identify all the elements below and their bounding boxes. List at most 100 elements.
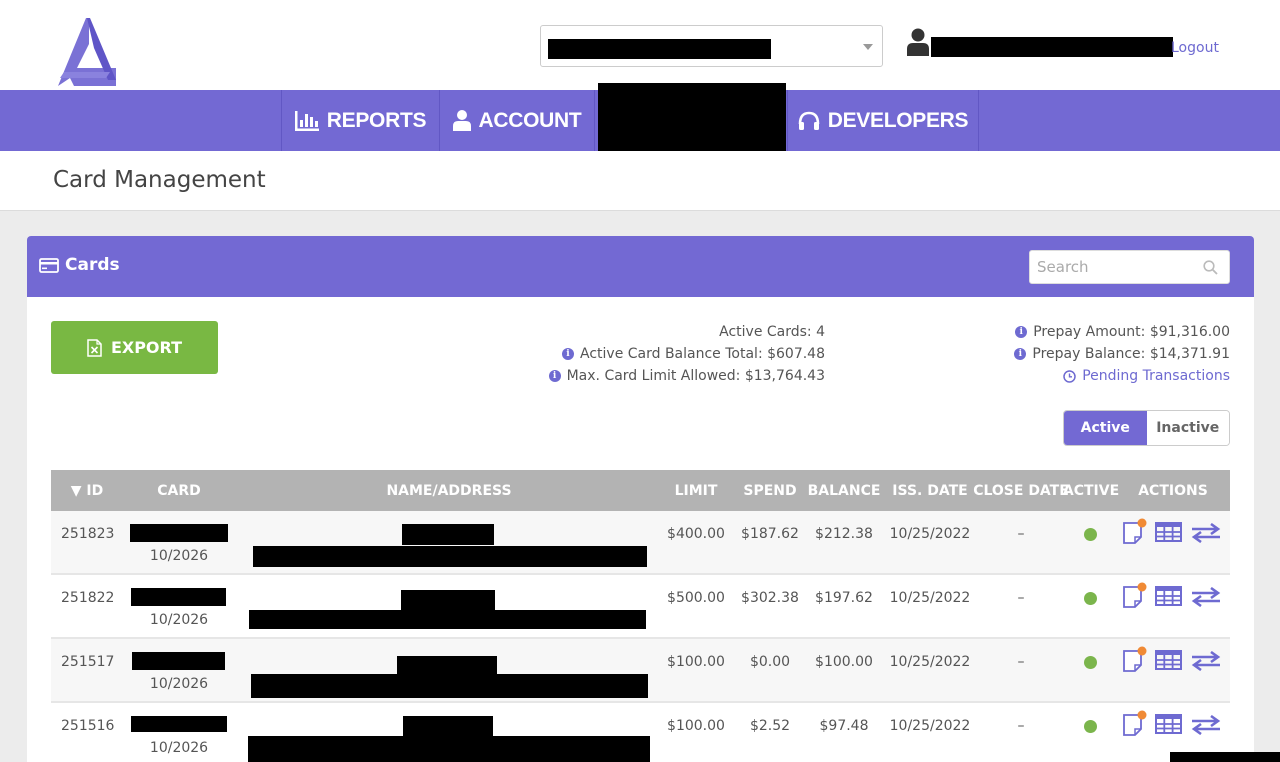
info-icon[interactable]: i bbox=[562, 348, 574, 360]
col-close-date[interactable]: CLOSE DATE bbox=[973, 483, 1069, 499]
card-id: 251822 bbox=[61, 590, 115, 606]
nav-developers-label: DEVELOPERS bbox=[827, 108, 969, 132]
redacted-card-number bbox=[130, 524, 228, 542]
nav-reports-label: REPORTS bbox=[326, 108, 427, 132]
company-logo[interactable] bbox=[56, 14, 118, 88]
redacted-user-name bbox=[931, 37, 1173, 57]
card-id: 251516 bbox=[61, 718, 115, 734]
col-spend[interactable]: SPEND bbox=[743, 483, 796, 499]
info-icon[interactable]: i bbox=[1015, 326, 1028, 338]
card-balance: $97.48 bbox=[819, 718, 869, 734]
card-balance: $100.00 bbox=[815, 654, 873, 670]
col-balance[interactable]: BALANCE bbox=[808, 483, 881, 499]
transfer-arrows-icon[interactable] bbox=[1191, 715, 1221, 735]
user-icon bbox=[452, 110, 471, 131]
search-input[interactable] bbox=[1030, 251, 1190, 283]
table-row[interactable]: 251823 10/2026 $400.00 $187.62 $212.38 1… bbox=[51, 511, 1230, 575]
active-balance-text: Active Card Balance Total: $607.48 bbox=[580, 346, 825, 362]
table-row[interactable]: 251517 10/2026 $100.00 $0.00 $100.00 10/… bbox=[51, 639, 1230, 703]
col-active[interactable]: ACTIVE bbox=[1063, 483, 1119, 499]
prepay-amount-stat: i Prepay Amount: $91,316.00 bbox=[1015, 324, 1230, 340]
transactions-grid-icon[interactable] bbox=[1155, 650, 1182, 670]
page-title: Card Management bbox=[53, 167, 266, 193]
transactions-grid-icon[interactable] bbox=[1155, 586, 1182, 606]
card-iss-date: 10/25/2022 bbox=[889, 654, 971, 670]
col-actions: ACTIONS bbox=[1138, 483, 1208, 499]
credit-card-icon bbox=[39, 257, 59, 273]
nav-reports[interactable]: REPORTS bbox=[281, 90, 439, 151]
card-expiry: 10/2026 bbox=[149, 548, 209, 564]
card-id: 251517 bbox=[61, 654, 115, 670]
col-card[interactable]: CARD bbox=[157, 483, 201, 499]
transfer-arrows-icon[interactable] bbox=[1191, 651, 1221, 671]
export-label: EXPORT bbox=[110, 338, 183, 357]
active-status-dot bbox=[1084, 592, 1097, 605]
info-icon[interactable]: i bbox=[548, 370, 561, 382]
headset-icon bbox=[798, 111, 820, 130]
info-icon[interactable]: i bbox=[1014, 348, 1027, 360]
search-icon[interactable] bbox=[1203, 260, 1218, 275]
prepay-balance-text: Prepay Balance: $14,371.91 bbox=[1032, 346, 1230, 362]
table-row[interactable]: 251822 10/2026 $500.00 $302.38 $197.62 1… bbox=[51, 575, 1230, 639]
export-button[interactable]: EXPORT bbox=[51, 321, 218, 374]
col-id[interactable]: ▼ ID bbox=[71, 483, 103, 499]
transactions-grid-icon[interactable] bbox=[1155, 714, 1182, 734]
top-header: Logout bbox=[0, 0, 1280, 90]
col-limit[interactable]: LIMIT bbox=[675, 483, 718, 499]
card-spend: $2.52 bbox=[749, 718, 791, 734]
card-expiry: 10/2026 bbox=[149, 676, 209, 692]
redacted-nav-label bbox=[598, 83, 786, 153]
card-limit: $100.00 bbox=[667, 718, 725, 734]
transfer-arrows-icon[interactable] bbox=[1191, 587, 1221, 607]
card-limit: $400.00 bbox=[667, 526, 725, 542]
active-balance-stat: i Active Card Balance Total: $607.48 bbox=[562, 346, 825, 362]
active-cards-text: Active Cards: 4 bbox=[719, 324, 825, 340]
active-cards-stat: Active Cards: 4 bbox=[719, 324, 825, 340]
cards-panel-title: Cards bbox=[39, 255, 120, 275]
toggle-inactive[interactable]: Inactive bbox=[1146, 411, 1229, 445]
note-icon[interactable] bbox=[1122, 710, 1148, 738]
card-close-date: – bbox=[1017, 654, 1025, 670]
pending-transactions-link[interactable]: Pending Transactions bbox=[1063, 368, 1230, 384]
card-iss-date: 10/25/2022 bbox=[889, 526, 971, 542]
search-box bbox=[1029, 250, 1230, 284]
prepay-balance-stat: i Prepay Balance: $14,371.91 bbox=[1014, 346, 1230, 362]
redacted-name bbox=[402, 524, 494, 545]
bar-chart-icon bbox=[294, 110, 319, 131]
card-expiry: 10/2026 bbox=[149, 612, 209, 628]
nav-developers[interactable]: DEVELOPERS bbox=[787, 90, 979, 151]
clock-icon bbox=[1063, 369, 1076, 383]
pending-transactions-label: Pending Transactions bbox=[1082, 368, 1230, 384]
note-icon[interactable] bbox=[1122, 518, 1148, 546]
redacted-card-number bbox=[131, 716, 227, 732]
card-balance: $197.62 bbox=[815, 590, 873, 606]
card-close-date: – bbox=[1017, 526, 1025, 542]
redacted-card-number bbox=[131, 588, 226, 606]
redacted-account-name bbox=[548, 39, 771, 59]
account-select[interactable] bbox=[540, 25, 883, 67]
card-close-date: – bbox=[1017, 718, 1025, 734]
logout-link[interactable]: Logout bbox=[1171, 40, 1219, 56]
active-status-dot bbox=[1084, 528, 1097, 541]
nav-account[interactable]: ACCOUNT bbox=[439, 90, 594, 151]
toggle-active[interactable]: Active bbox=[1064, 411, 1147, 445]
col-iss-date[interactable]: ISS. DATE bbox=[892, 483, 967, 499]
max-limit-text: Max. Card Limit Allowed: $13,764.43 bbox=[566, 368, 825, 384]
transactions-grid-icon[interactable] bbox=[1155, 522, 1182, 542]
chevron-down-icon bbox=[863, 44, 873, 50]
table-row[interactable]: 251516 10/2026 $100.00 $2.52 $97.48 10/2… bbox=[51, 703, 1230, 762]
card-balance: $212.38 bbox=[815, 526, 873, 542]
transfer-arrows-icon[interactable] bbox=[1191, 523, 1221, 543]
max-limit-stat: i Max. Card Limit Allowed: $13,764.43 bbox=[548, 368, 825, 384]
redacted-name bbox=[401, 590, 495, 612]
col-name-address[interactable]: NAME/ADDRESS bbox=[386, 483, 511, 499]
main-nav: REPORTS ACCOUNT DEVELOPERS bbox=[0, 83, 1280, 153]
card-close-date: – bbox=[1017, 590, 1025, 606]
card-spend: $187.62 bbox=[741, 526, 799, 542]
cards-panel-header: Cards bbox=[27, 236, 1254, 297]
card-spend: $302.38 bbox=[741, 590, 799, 606]
note-icon[interactable] bbox=[1122, 582, 1148, 610]
note-icon[interactable] bbox=[1122, 646, 1148, 674]
nav-redacted-item[interactable] bbox=[594, 83, 787, 153]
card-iss-date: 10/25/2022 bbox=[889, 590, 971, 606]
